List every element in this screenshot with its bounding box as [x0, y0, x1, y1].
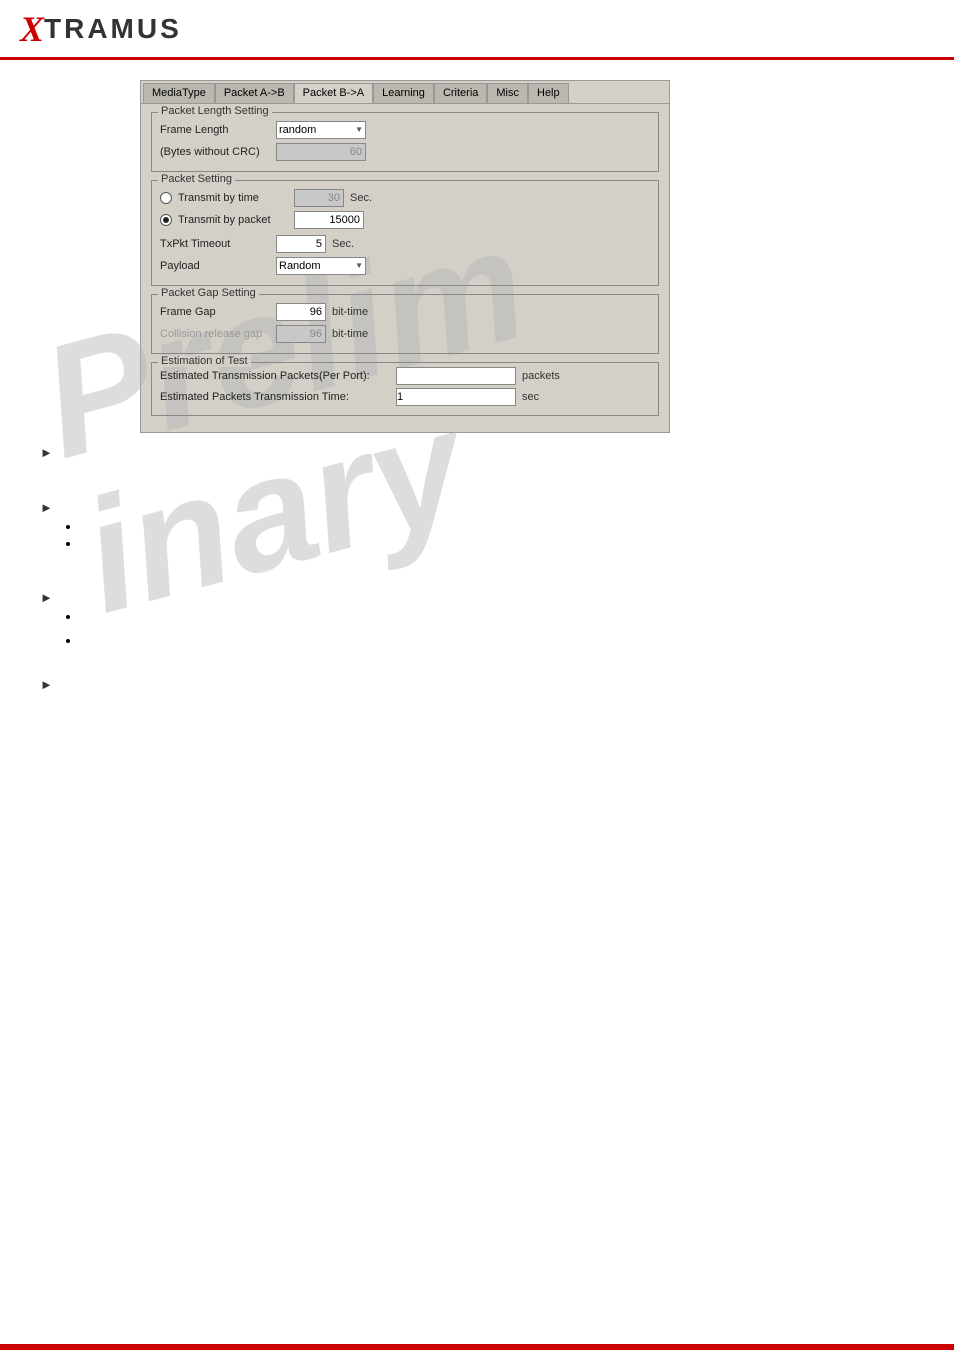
- transmit-packet-input[interactable]: [294, 211, 364, 229]
- main-content: Preliminary MediaType Packet A->B Packet…: [0, 60, 954, 720]
- tab-mediatype[interactable]: MediaType: [143, 83, 215, 103]
- estimation-packets-unit: packets: [522, 370, 560, 382]
- bullet-1: [80, 519, 934, 533]
- frame-gap-row: Frame Gap bit-time: [160, 303, 650, 321]
- packet-gap-group-label: Packet Gap Setting: [158, 287, 259, 299]
- transmit-time-input[interactable]: [294, 189, 344, 207]
- tab-misc[interactable]: Misc: [487, 83, 528, 103]
- tab-packet-ab[interactable]: Packet A->B: [215, 83, 294, 103]
- tab-bar: MediaType Packet A->B Packet B->A Learni…: [141, 81, 669, 104]
- arrow-2: ►: [40, 500, 934, 515]
- tab-help[interactable]: Help: [528, 83, 569, 103]
- payload-select-wrapper[interactable]: Random All 0s All 1s: [276, 257, 366, 275]
- tab-packet-ba[interactable]: Packet B->A: [294, 83, 373, 103]
- payload-label: Payload: [160, 260, 270, 272]
- bytes-row: (Bytes without CRC): [160, 143, 650, 161]
- packet-length-group-label: Packet Length Setting: [158, 105, 272, 117]
- estimation-packets-label: Estimated Transmission Packets(Per Port)…: [160, 370, 390, 382]
- txpkt-payload-block: TxPkt Timeout Sec. Payload Random All 0s…: [160, 235, 650, 275]
- estimation-group: Estimation of Test Estimated Transmissio…: [151, 362, 659, 416]
- bytes-input[interactable]: [276, 143, 366, 161]
- logo-tramus: TRAMUS: [44, 13, 182, 45]
- txpkt-label: TxPkt Timeout: [160, 238, 270, 250]
- arrow-3: ►: [40, 590, 934, 605]
- transmit-time-unit: Sec.: [350, 192, 372, 204]
- bullet-4: [80, 633, 934, 647]
- packet-setting-group-label: Packet Setting: [158, 173, 235, 185]
- tab-panel: MediaType Packet A->B Packet B->A Learni…: [140, 80, 670, 433]
- estimation-time-label: Estimated Packets Transmission Time:: [160, 391, 390, 403]
- frame-gap-unit: bit-time: [332, 306, 368, 318]
- tab-learning[interactable]: Learning: [373, 83, 434, 103]
- txpkt-row: TxPkt Timeout Sec.: [160, 235, 650, 253]
- packet-length-group: Packet Length Setting Frame Length rando…: [151, 112, 659, 172]
- bullet-section-4: ►: [40, 677, 934, 692]
- transmit-packet-label: Transmit by packet: [178, 214, 288, 226]
- transmit-packet-radio[interactable]: [160, 214, 172, 226]
- frame-length-select-wrapper[interactable]: random 64 128 256 512 1024 1280 1518: [276, 121, 366, 139]
- bullet-2: [80, 536, 934, 550]
- arrow-1: ►: [40, 445, 934, 460]
- logo-x: X: [20, 8, 44, 50]
- frame-length-select[interactable]: random 64 128 256 512 1024 1280 1518: [276, 121, 366, 139]
- estimation-group-label: Estimation of Test: [158, 355, 251, 367]
- estimation-packets-row: Estimated Transmission Packets(Per Port)…: [160, 367, 650, 385]
- estimation-time-unit: sec: [522, 391, 539, 403]
- frame-length-label: Frame Length: [160, 124, 270, 136]
- transmit-time-label: Transmit by time: [178, 192, 288, 204]
- bytes-label: (Bytes without CRC): [160, 146, 270, 158]
- estimation-time-row: Estimated Packets Transmission Time: sec: [160, 388, 650, 406]
- txpkt-unit: Sec.: [332, 238, 354, 250]
- header: X TRAMUS: [0, 0, 954, 60]
- bullet-3: [80, 609, 934, 623]
- payload-row: Payload Random All 0s All 1s: [160, 257, 650, 275]
- footer: [0, 1344, 954, 1350]
- frame-gap-label: Frame Gap: [160, 306, 270, 318]
- tab-criteria[interactable]: Criteria: [434, 83, 487, 103]
- bullet-section-1: ►: [40, 445, 934, 460]
- transmit-time-radio[interactable]: [160, 192, 172, 204]
- collision-input: [276, 325, 326, 343]
- transmit-packet-row: Transmit by packet: [160, 211, 650, 229]
- frame-gap-input[interactable]: [276, 303, 326, 321]
- estimation-packets-input[interactable]: [396, 367, 516, 385]
- transmit-time-row: Transmit by time Sec.: [160, 189, 650, 207]
- packet-gap-group: Packet Gap Setting Frame Gap bit-time Co…: [151, 294, 659, 354]
- txpkt-input[interactable]: [276, 235, 326, 253]
- bullet-section-2: ►: [40, 500, 934, 550]
- collision-label: Collision release gap: [160, 328, 270, 340]
- packet-setting-group: Packet Setting Transmit by time Sec. Tra…: [151, 180, 659, 286]
- arrow-4: ►: [40, 677, 934, 692]
- collision-row: Collision release gap bit-time: [160, 325, 650, 343]
- estimation-time-input[interactable]: [396, 388, 516, 406]
- frame-length-row: Frame Length random 64 128 256 512 1024 …: [160, 121, 650, 139]
- bullet-section-3: ►: [40, 590, 934, 647]
- payload-select[interactable]: Random All 0s All 1s: [276, 257, 366, 275]
- collision-unit: bit-time: [332, 328, 368, 340]
- panel-content: Packet Length Setting Frame Length rando…: [141, 104, 669, 432]
